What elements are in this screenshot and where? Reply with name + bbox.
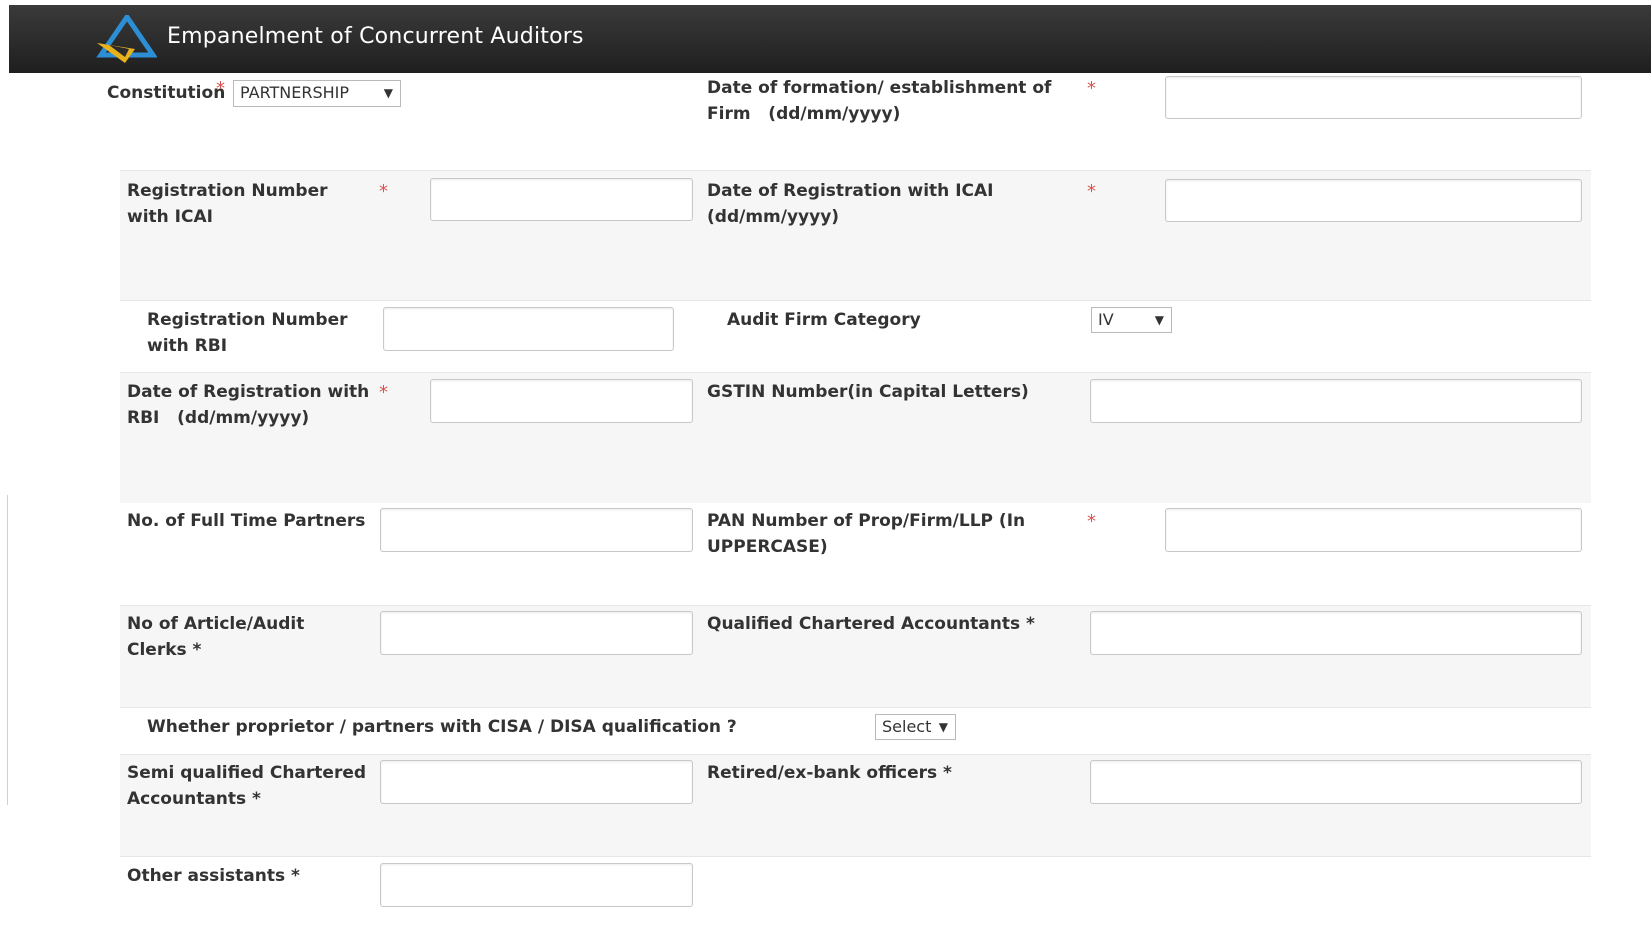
date-reg-icai-input[interactable] (1165, 179, 1582, 222)
constitution-label: Constitution (107, 83, 226, 103)
date-formation-label-line2: Firm (dd/mm/yyyy) (707, 104, 901, 124)
required-star: * (1087, 78, 1096, 99)
date-reg-icai-label-line2: (dd/mm/yyyy) (707, 207, 840, 227)
retired-officers-label: Retired/ex-bank officers * (707, 763, 952, 783)
other-assistants-label: Other assistants * (127, 866, 300, 886)
qualified-ca-label: Qualified Chartered Accountants * (707, 614, 1035, 634)
required-star: * (379, 382, 388, 403)
reg-rbi-label-line2: with RBI (147, 336, 228, 356)
row-divider (120, 707, 1591, 708)
other-assistants-input[interactable] (380, 863, 693, 907)
date-reg-rbi-input[interactable] (430, 379, 693, 423)
cisa-disa-select-value: Select (882, 717, 932, 736)
left-divider (7, 495, 8, 805)
semi-qualified-label-line2: Accountants * (127, 789, 261, 809)
date-reg-rbi-label-line2: RBI (dd/mm/yyyy) (127, 408, 310, 428)
full-time-partners-input[interactable] (380, 508, 693, 552)
semi-qualified-input[interactable] (380, 760, 693, 804)
reg-rbi-label-line1: Registration Number (147, 310, 348, 330)
audit-category-select[interactable]: IV ▼ (1091, 307, 1172, 333)
date-reg-rbi-label-line1: Date of Registration with (127, 382, 370, 402)
reg-icai-label-line1: Registration Number (127, 181, 328, 201)
required-star: * (216, 78, 225, 99)
reg-icai-label-line2: with ICAI (127, 207, 213, 227)
constitution-select[interactable]: PARTNERSHIP ▼ (233, 80, 401, 107)
sbi-logo-icon (96, 15, 157, 63)
page-title: Empanelment of Concurrent Auditors (167, 24, 584, 49)
chevron-down-icon: ▼ (383, 86, 393, 100)
reg-icai-input[interactable] (430, 178, 693, 221)
date-formation-label-line1: Date of formation/ establishment of (707, 78, 1052, 98)
chevron-down-icon: ▼ (938, 720, 948, 734)
pan-label-line1: PAN Number of Prop/Firm/LLP (In (707, 511, 1026, 531)
date-formation-input[interactable] (1165, 76, 1582, 119)
date-reg-icai-label-line1: Date of Registration with ICAI (707, 181, 994, 201)
reg-rbi-input[interactable] (383, 307, 674, 351)
audit-category-label: Audit Firm Category (727, 310, 921, 330)
gstin-input[interactable] (1090, 379, 1582, 423)
pan-label-line2: UPPERCASE) (707, 537, 828, 557)
pan-input[interactable] (1165, 508, 1582, 552)
cisa-disa-select[interactable]: Select ▼ (875, 714, 956, 740)
qualified-ca-input[interactable] (1090, 611, 1582, 655)
cisa-disa-label: Whether proprietor / partners with CISA … (147, 717, 737, 737)
row-divider (120, 300, 1591, 301)
article-clerks-input[interactable] (380, 611, 693, 655)
article-clerks-label-line1: No of Article/Audit (127, 614, 305, 634)
retired-officers-input[interactable] (1090, 760, 1582, 804)
required-star: * (1087, 511, 1096, 532)
constitution-select-value: PARTNERSHIP (240, 83, 350, 102)
required-star: * (1087, 181, 1096, 202)
semi-qualified-label-line1: Semi qualified Chartered (127, 763, 367, 783)
chevron-down-icon: ▼ (1154, 313, 1164, 327)
article-clerks-label-line2: Clerks * (127, 640, 202, 660)
audit-category-select-value: IV (1098, 310, 1114, 329)
row-divider (120, 856, 1591, 857)
gstin-label: GSTIN Number(in Capital Letters) (707, 382, 1029, 402)
required-star: * (379, 181, 388, 202)
full-time-partners-label: No. of Full Time Partners (127, 511, 366, 531)
